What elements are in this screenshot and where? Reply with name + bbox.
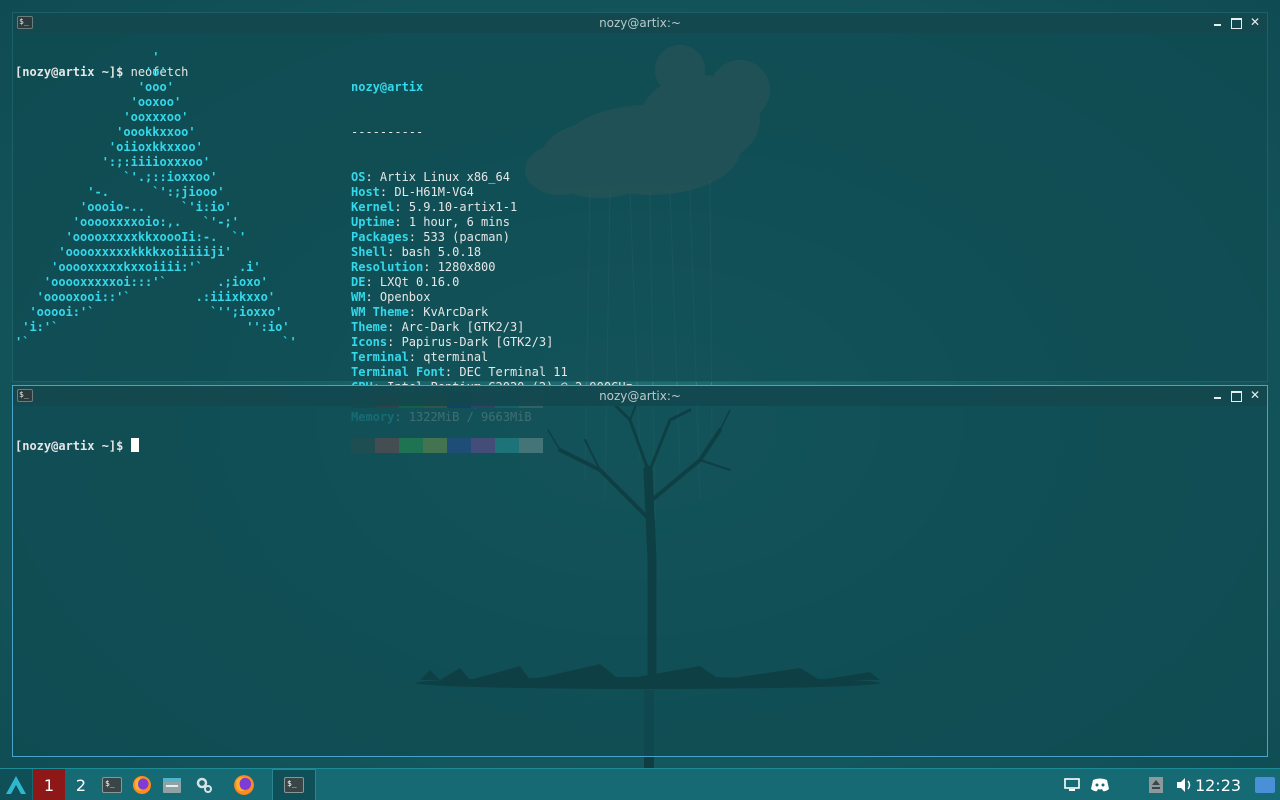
maximize-button[interactable] (1230, 388, 1242, 402)
tray-eject[interactable] (1144, 769, 1168, 800)
window-titlebar[interactable]: $_ nozy@artix:~ ✕ (13, 386, 1267, 406)
info-key: Theme (351, 320, 388, 334)
info-value: 533 (pacman) (423, 230, 510, 244)
quicklaunch-settings[interactable] (190, 769, 218, 800)
text-cursor (130, 438, 139, 452)
info-key: WM Theme (351, 305, 409, 319)
desktop-2-button[interactable]: 2 (66, 769, 96, 800)
quicklaunch-firefox[interactable] (128, 769, 156, 800)
window-titlebar[interactable]: $_ nozy@artix:~ ✕ (13, 13, 1267, 33)
terminal-output[interactable]: [nozy@artix ~]$ neofetch ' 'o' 'ooo' 'oo… (15, 35, 1265, 453)
quicklaunch-terminal[interactable]: $_ (98, 769, 126, 800)
window-title: nozy@artix:~ (599, 389, 681, 403)
monitor-icon (1064, 778, 1080, 791)
info-row: DE: LXQt 0.16.0 (351, 275, 460, 289)
firefox-icon (234, 775, 254, 795)
terminal-window-top[interactable]: $_ nozy@artix:~ ✕ [nozy@artix ~]$ neofet… (12, 12, 1268, 453)
info-row: Uptime: 1 hour, 6 mins (351, 215, 510, 229)
info-value: LXQt 0.16.0 (379, 275, 460, 289)
tray-display[interactable] (1060, 769, 1084, 800)
terminal-icon: $_ (102, 777, 122, 793)
info-value: DL-H61M-VG4 (394, 185, 474, 199)
info-row: Resolution: 1280x800 (351, 260, 496, 274)
info-key: Terminal (351, 350, 409, 364)
minimize-button[interactable] (1211, 388, 1223, 402)
info-row: Kernel: 5.9.10-artix1-1 (351, 200, 518, 214)
taskbar-firefox[interactable] (230, 769, 258, 800)
info-value: Artix Linux x86_64 (379, 170, 510, 184)
minimize-button[interactable] (1211, 15, 1223, 29)
info-key: Kernel (351, 200, 395, 214)
artix-logo-icon (6, 776, 26, 794)
close-button[interactable]: ✕ (1249, 388, 1261, 402)
info-value: Openbox (379, 290, 431, 304)
start-menu-button[interactable] (0, 769, 32, 800)
info-row: Theme: Arc-Dark [GTK2/3] (351, 320, 525, 334)
info-value: Arc-Dark [GTK2/3] (401, 320, 525, 334)
info-row: Icons: Papirus-Dark [GTK2/3] (351, 335, 554, 349)
file-manager-icon (163, 778, 181, 793)
info-key: Uptime (351, 215, 395, 229)
info-key: Icons (351, 335, 388, 349)
info-row: Packages: 533 (pacman) (351, 230, 510, 244)
info-value: 1280x800 (437, 260, 496, 274)
info-key: DE (351, 275, 366, 289)
settings-gears-icon (196, 777, 212, 793)
info-row: Host: DL-H61M-VG4 (351, 185, 474, 199)
info-row: WM: Openbox (351, 290, 431, 304)
taskbar-terminal-task[interactable]: $_ (272, 769, 316, 800)
info-key: WM (351, 290, 366, 304)
terminal-icon: $_ (284, 777, 304, 793)
terminal-window-bottom[interactable]: $_ nozy@artix:~ ✕ [nozy@artix ~]$ (12, 385, 1268, 757)
clock[interactable]: 12:23 (1190, 769, 1246, 800)
info-value: qterminal (423, 350, 489, 364)
show-desktop-icon (1255, 777, 1275, 793)
shell-prompt: [nozy@artix ~]$ (15, 439, 124, 453)
eject-icon (1149, 777, 1163, 793)
info-key: OS (351, 170, 366, 184)
maximize-button[interactable] (1230, 15, 1242, 29)
terminal-input-area[interactable]: [nozy@artix ~]$ (15, 408, 1265, 754)
quicklaunch-file-manager[interactable] (158, 769, 186, 800)
taskbar: 1 2 $_ $_ 12:23 (0, 768, 1280, 800)
info-value: 1 hour, 6 mins (408, 215, 510, 229)
window-title: nozy@artix:~ (599, 16, 681, 30)
desktop-1-button[interactable]: 1 (33, 769, 65, 800)
info-row: OS: Artix Linux x86_64 (351, 170, 510, 184)
info-value: KvArcDark (423, 305, 489, 319)
close-button[interactable]: ✕ (1249, 15, 1261, 29)
info-value: 5.9.10-artix1-1 (408, 200, 518, 214)
artix-ascii-logo: ' 'o' 'ooo' 'ooxoo' 'ooxxxoo' 'oookkxxoo… (15, 50, 297, 349)
discord-icon (1091, 778, 1109, 792)
info-row: Shell: bash 5.0.18 (351, 245, 482, 259)
info-key: Host (351, 185, 380, 199)
separator: ---------- (351, 125, 424, 139)
user-host: nozy@artix (351, 80, 424, 94)
info-key: Packages (351, 230, 409, 244)
firefox-icon (133, 776, 151, 794)
info-key: Resolution (351, 260, 424, 274)
command-line: [nozy@artix ~]$ (15, 438, 1265, 454)
info-row: WM Theme: KvArcDark (351, 305, 489, 319)
show-desktop-button[interactable] (1252, 769, 1278, 800)
tray-discord[interactable] (1088, 769, 1112, 800)
info-value: Papirus-Dark [GTK2/3] (401, 335, 554, 349)
info-value: bash 5.0.18 (401, 245, 482, 259)
info-key: Shell (351, 245, 388, 259)
